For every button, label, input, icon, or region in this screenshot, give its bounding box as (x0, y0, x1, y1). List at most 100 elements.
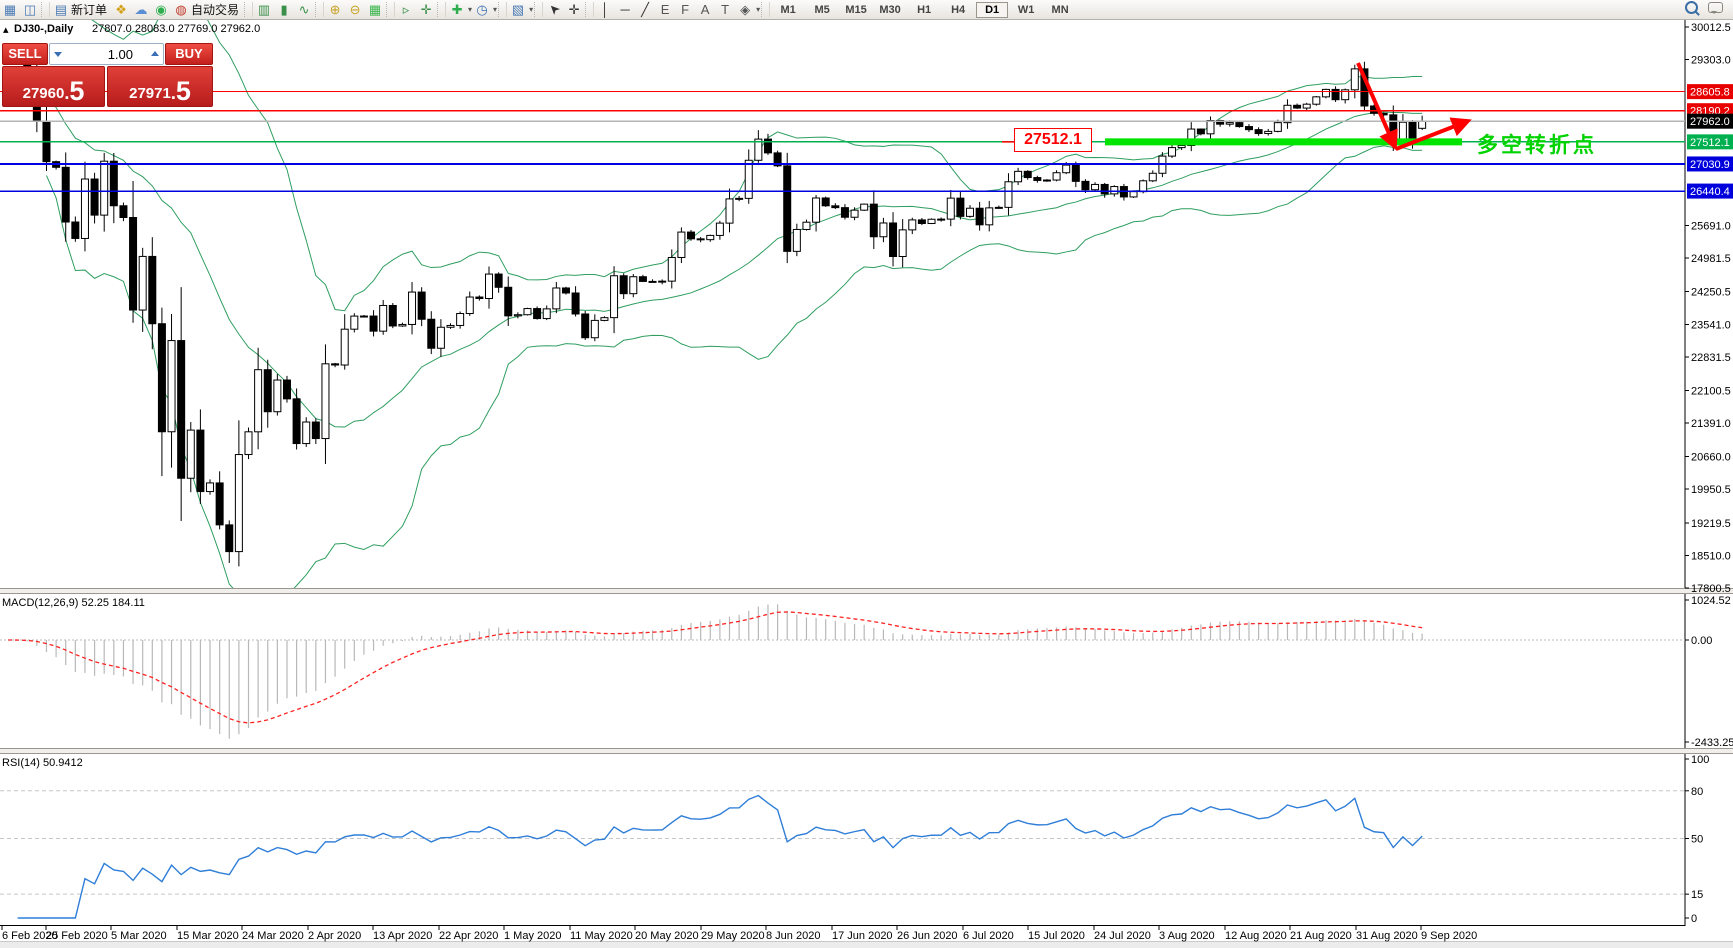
date-tick-label: 11 May 2020 (570, 930, 633, 942)
profiles-icon[interactable]: ◫ (20, 1, 40, 18)
community-icon[interactable]: ☁ (131, 1, 151, 18)
candles-layer (4, 52, 1427, 567)
one-click-trading-panel: SELL 1.00 BUY 27960 . 5 27971 . 5 (2, 43, 214, 107)
price-tick-label: 23541.0 (1691, 319, 1731, 331)
shapes-icon[interactable]: ◈ (735, 1, 755, 18)
timeframe-button-m15[interactable]: M15 (840, 2, 872, 18)
text-icon[interactable]: A (695, 1, 715, 18)
autotrading-icon[interactable]: ◍ (171, 1, 191, 18)
sell-button[interactable]: SELL (2, 43, 48, 65)
line-chart-icon[interactable]: ∿ (294, 1, 314, 18)
indicators-icon[interactable]: ▹ (396, 1, 416, 18)
volume-increase-button[interactable] (151, 47, 159, 56)
bar-chart-icon[interactable]: ▥ (254, 1, 274, 18)
new-order-icon-label[interactable]: 新订单 (71, 1, 107, 18)
date-tick-label: 17 Jun 2020 (832, 930, 893, 942)
buy-price-pips: 5 (175, 76, 191, 106)
macd-tick-label: -2433.25 (1691, 737, 1733, 749)
turning-point-annotation[interactable]: 多空转折点 (1477, 129, 1597, 159)
macd-tick-label: 0.00 (1691, 635, 1712, 647)
date-tick-label: 24 Mar 2020 (242, 930, 304, 942)
bollinger-bands (46, 20, 1423, 588)
price-tick-label: 21391.0 (1691, 418, 1731, 430)
fibonacci-icon[interactable]: F (675, 1, 695, 18)
timeframe-button-m30[interactable]: M30 (874, 2, 906, 18)
chart-canvas[interactable]: 30012.5 29303.0 25691.0 24981.5 24250.5 23541… (0, 0, 1733, 947)
chat-icon[interactable] (1708, 2, 1723, 14)
search-icon[interactable] (1685, 1, 1698, 14)
text-label-icon[interactable]: T (715, 1, 735, 18)
price-tick-label: 24981.5 (1691, 253, 1731, 265)
crosshair-icon[interactable]: ✛ (564, 1, 584, 18)
timeframe-button-h4[interactable]: H4 (942, 2, 974, 18)
timeframe-button-w1[interactable]: W1 (1010, 2, 1042, 18)
price-badge-label: 27512.1 (1690, 137, 1730, 149)
date-tick-label: 31 Aug 2020 (1356, 930, 1418, 942)
candle-chart-icon[interactable]: ▮ (274, 1, 294, 18)
timeframe-button-m1[interactable]: M1 (772, 2, 804, 18)
date-tick-label: 5 Mar 2020 (111, 930, 167, 942)
indicator-window-icon[interactable]: ✛ (416, 1, 436, 18)
volume-decrease-button[interactable] (54, 52, 62, 61)
date-tick-label: 22 Apr 2020 (439, 930, 498, 942)
rsi-axis: 100 80 50 15 0 (1685, 754, 1709, 925)
equidistant-channel-icon[interactable]: E (655, 1, 675, 18)
sell-price-pips: 5 (69, 76, 85, 106)
zoom-in-icon[interactable]: ⊕ (325, 1, 345, 18)
toolbar: ▦ ◫ ▤ 新订单 ❖ ☁ ◉ ◍ 自动交易 ▥ ▮ ∿ ⊕ ⊖ ▦ ▹ ✛ ✚ ▾ ◷ ▾ ▧ ▾ ➤ ✛ │ ─ ╱ E F A T ◈ ▾ M… (0, 0, 1733, 20)
rsi-tick-label: 15 (1691, 889, 1703, 901)
vertical-line-icon[interactable]: │ (595, 1, 615, 18)
price-tick-label: 20660.0 (1691, 452, 1731, 464)
date-tick-label: 29 May 2020 (701, 930, 765, 942)
add-template-icon[interactable]: ✚ (447, 1, 467, 18)
rsi-layer (0, 790, 1685, 919)
gold-icon[interactable]: ❖ (111, 1, 131, 18)
macd-tick-label: 1024.52 (1691, 595, 1731, 607)
volume-input[interactable]: 1.00 (49, 43, 164, 65)
price-axis: 30012.5 29303.0 25691.0 24981.5 24250.5 23541… (1685, 22, 1733, 595)
volume-value[interactable]: 1.00 (66, 47, 147, 62)
timeframe-button-mn[interactable]: MN (1044, 2, 1076, 18)
trendline-icon[interactable]: ╱ (635, 1, 655, 18)
macd-label: MACD(12,26,9) 52.25 184.11 (2, 597, 145, 609)
chart-symbol-label: DJ30-,Daily (14, 23, 74, 35)
timeframe-button-d1[interactable]: D1 (976, 1, 1009, 18)
tile-windows-icon[interactable]: ▦ (365, 1, 385, 18)
chart-collapse-arrow[interactable]: ▴ (3, 23, 9, 36)
price-tick-label: 30012.5 (1691, 22, 1731, 34)
toolbar-separator (437, 2, 447, 17)
zoom-out-icon[interactable]: ⊖ (345, 1, 365, 18)
rsi-tick-label: 0 (1691, 913, 1697, 925)
date-tick-label: 2 Apr 2020 (308, 930, 361, 942)
autotrading-icon-label[interactable]: 自动交易 (191, 1, 239, 18)
new-order-icon[interactable]: ▤ (51, 1, 71, 18)
buy-button[interactable]: BUY (165, 43, 213, 65)
price-badge-label: 28605.8 (1690, 87, 1730, 99)
timeframe-button-m5[interactable]: M5 (806, 2, 838, 18)
sell-price-button[interactable]: 27960 . 5 (2, 66, 105, 107)
toolbar-separator (315, 2, 325, 17)
chart-ohlc-label: 27807.0 28083.0 27769.0 27962.0 (92, 23, 261, 35)
periods-clock-icon-dropdown[interactable]: ▾ (493, 5, 497, 14)
toolbar-separator (761, 2, 771, 17)
chart-profile-icon-dropdown[interactable]: ▾ (529, 5, 533, 14)
price-tick-label: 22100.5 (1691, 385, 1731, 397)
timeframe-button-h1[interactable]: H1 (908, 2, 940, 18)
price-tick-label: 19219.5 (1691, 518, 1731, 530)
shapes-icon-dropdown[interactable]: ▾ (756, 5, 760, 14)
rsi-tick-label: 50 (1691, 834, 1703, 846)
signal-icon[interactable]: ◉ (151, 1, 171, 18)
chart-profile-icon[interactable]: ▧ (508, 1, 528, 18)
date-tick-label: 13 Apr 2020 (373, 930, 432, 942)
horizontal-line-icon[interactable]: ─ (615, 1, 635, 18)
toolbar-separator (498, 2, 508, 17)
rsi-tick-label: 80 (1691, 786, 1703, 798)
buy-price-button[interactable]: 27971 . 5 (107, 66, 213, 107)
new-chart-icon[interactable]: ▦ (0, 1, 20, 18)
date-tick-label: 15 Jul 2020 (1028, 930, 1085, 942)
price-badge-label: 27962.0 (1690, 116, 1730, 128)
price-tick-label: 29303.0 (1691, 55, 1731, 67)
support-level-price-label[interactable]: 27512.1 (1014, 128, 1092, 152)
toolbar-separator (244, 2, 254, 17)
periods-clock-icon[interactable]: ◷ (472, 1, 492, 18)
